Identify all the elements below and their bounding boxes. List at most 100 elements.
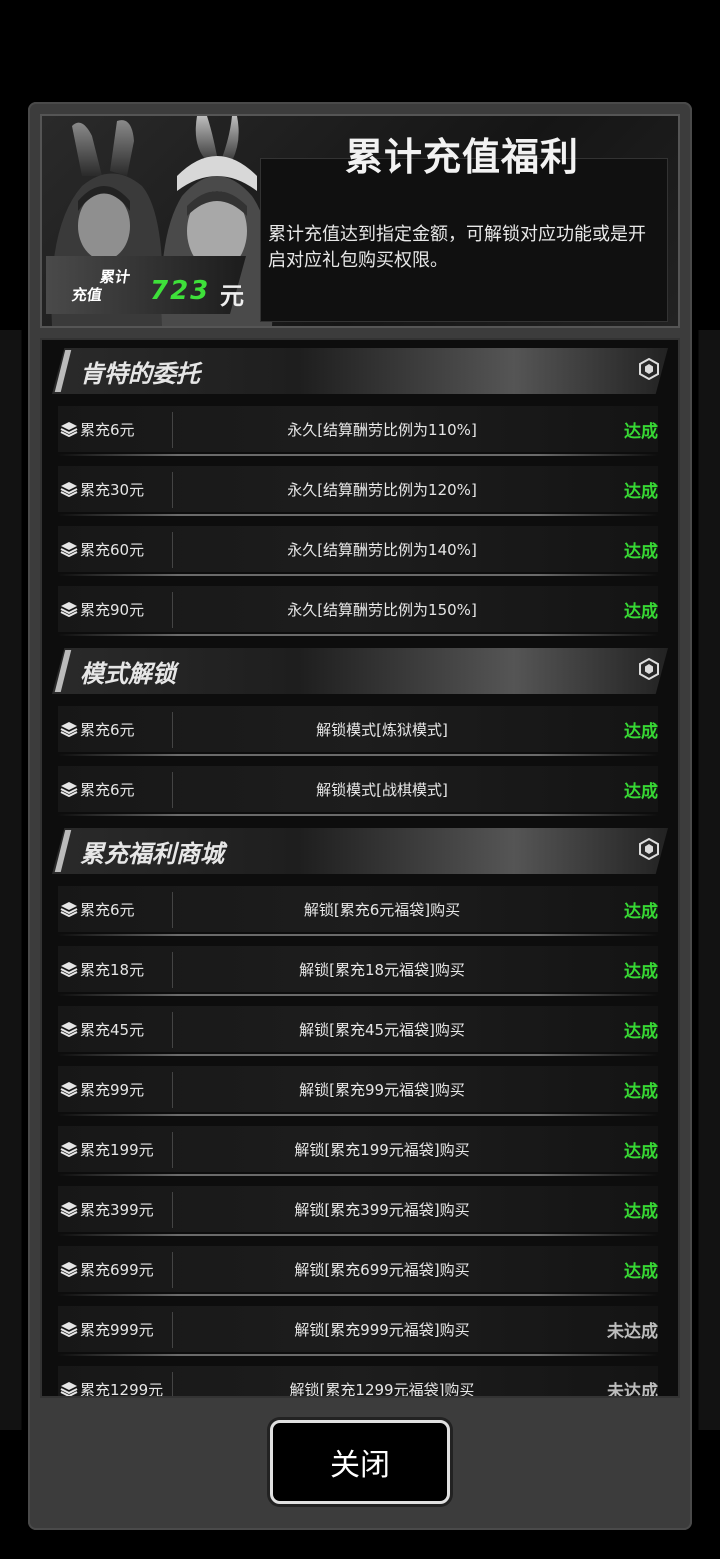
row-underline <box>58 934 658 936</box>
status-badge: 达成 <box>624 422 658 442</box>
row-divider <box>172 532 173 568</box>
stack-icon <box>60 1201 78 1218</box>
requirement-label: 累充18元 <box>80 961 145 979</box>
benefit-description: 解锁[累充199元福袋]购买 <box>294 1141 470 1159</box>
status-badge: 达成 <box>624 542 658 562</box>
row-divider <box>172 1132 173 1168</box>
benefit-description: 永久[结算酬劳比例为140%] <box>287 541 477 559</box>
benefit-row: 累充1299元 解锁[累充1299元福袋]购买 未达成 <box>42 1360 678 1398</box>
status-badge: 达成 <box>624 482 658 502</box>
row-divider <box>172 772 173 808</box>
stack-icon <box>60 481 78 498</box>
row-underline <box>58 814 658 816</box>
benefit-row: 累充99元 解锁[累充99元福袋]购买 达成 <box>42 1060 678 1120</box>
requirement-label: 累充399元 <box>80 1201 154 1219</box>
requirement-label: 累充6元 <box>80 781 135 799</box>
benefit-row: 累充6元 解锁[累充6元福袋]购买 达成 <box>42 880 678 940</box>
hexagon-icon[interactable] <box>638 837 660 861</box>
row-underline <box>58 1234 658 1236</box>
status-badge: 达成 <box>624 1082 658 1102</box>
benefit-row: 累充6元 永久[结算酬劳比例为110%] 达成 <box>42 400 678 460</box>
section-title: 累充福利商城 <box>80 840 224 868</box>
stack-icon <box>60 901 78 918</box>
recharge-benefits-panel: 累计 充值 723 元 累计充值福利 累计充值达到指定金额，可解锁对应功能或是开… <box>28 102 692 1530</box>
benefit-description: 永久[结算酬劳比例为120%] <box>287 481 477 499</box>
row-divider <box>172 592 173 628</box>
stack-icon <box>60 541 78 558</box>
requirement-label: 累充6元 <box>80 421 135 439</box>
requirement-label: 累充90元 <box>80 601 145 619</box>
benefit-row: 累充6元 解锁模式[炼狱模式] 达成 <box>42 700 678 760</box>
status-badge: 达成 <box>624 1262 658 1282</box>
benefit-row: 累充18元 解锁[累充18元福袋]购买 达成 <box>42 940 678 1000</box>
row-underline <box>58 634 658 636</box>
row-divider <box>172 1372 173 1396</box>
section-header: 肯特的委托 <box>42 340 678 400</box>
benefit-description: 解锁[累充699元福袋]购买 <box>294 1261 470 1279</box>
section-title: 模式解锁 <box>80 660 176 688</box>
status-badge: 未达成 <box>607 1322 658 1342</box>
row-underline <box>58 1114 658 1116</box>
benefit-row: 累充90元 永久[结算酬劳比例为150%] 达成 <box>42 580 678 640</box>
section-title: 肯特的委托 <box>80 360 200 388</box>
close-button[interactable]: 关闭 <box>270 1420 450 1504</box>
row-divider <box>172 1312 173 1348</box>
benefit-row: 累充45元 解锁[累充45元福袋]购买 达成 <box>42 1000 678 1060</box>
benefit-row: 累充60元 永久[结算酬劳比例为140%] 达成 <box>42 520 678 580</box>
benefits-list[interactable]: 肯特的委托 累充6元 永久[结算酬劳比例为110%] 达成 累充30元 永久[结算酬劳比例… <box>40 338 680 1398</box>
row-divider <box>172 952 173 988</box>
row-divider <box>172 1012 173 1048</box>
row-divider <box>172 1072 173 1108</box>
hexagon-icon[interactable] <box>638 657 660 681</box>
row-divider <box>172 472 173 508</box>
section-header: 模式解锁 <box>42 640 678 700</box>
benefit-description: 解锁模式[战棋模式] <box>316 781 448 799</box>
benefit-row: 累充699元 解锁[累充699元福袋]购买 达成 <box>42 1240 678 1300</box>
benefit-row: 累充999元 解锁[累充999元福袋]购买 未达成 <box>42 1300 678 1360</box>
row-divider <box>172 712 173 748</box>
status-badge: 达成 <box>624 782 658 802</box>
stack-icon <box>60 1021 78 1038</box>
stack-icon <box>60 781 78 798</box>
row-divider <box>172 1252 173 1288</box>
benefit-row: 累充30元 永久[结算酬劳比例为120%] 达成 <box>42 460 678 520</box>
row-underline <box>58 994 658 996</box>
requirement-label: 累充6元 <box>80 901 135 919</box>
hexagon-icon[interactable] <box>638 357 660 381</box>
status-badge: 达成 <box>624 602 658 622</box>
requirement-label: 累充45元 <box>80 1021 145 1039</box>
requirement-label: 累充6元 <box>80 721 135 739</box>
page-description: 累计充值达到指定金额，可解锁对应功能或是开启对应礼包购买权限。 <box>268 224 646 271</box>
stack-icon <box>60 421 78 438</box>
stack-icon <box>60 1081 78 1098</box>
stack-icon <box>60 1381 78 1396</box>
requirement-label: 累充1299元 <box>80 1381 164 1398</box>
benefit-description: 解锁[累充18元福袋]购买 <box>299 961 465 979</box>
stack-icon <box>60 1141 78 1158</box>
benefit-description: 解锁模式[炼狱模式] <box>316 721 448 739</box>
recharge-total-value: 723 <box>150 276 211 306</box>
stack-icon <box>60 961 78 978</box>
section-header: 累充福利商城 <box>42 820 678 880</box>
requirement-label: 累充30元 <box>80 481 145 499</box>
stack-icon <box>60 721 78 738</box>
benefit-description: 解锁[累充999元福袋]购买 <box>294 1321 470 1339</box>
status-badge: 达成 <box>624 1022 658 1042</box>
status-badge: 达成 <box>624 1202 658 1222</box>
status-badge: 达成 <box>624 1142 658 1162</box>
benefit-row: 累充199元 解锁[累充199元福袋]购买 达成 <box>42 1120 678 1180</box>
benefit-row: 累充399元 解锁[累充399元福袋]购买 达成 <box>42 1180 678 1240</box>
requirement-label: 累充60元 <box>80 541 145 559</box>
row-divider <box>172 412 173 448</box>
row-divider <box>172 892 173 928</box>
requirement-label: 累充999元 <box>80 1321 154 1339</box>
status-badge: 达成 <box>624 962 658 982</box>
row-underline <box>58 1294 658 1296</box>
stack-icon <box>60 1261 78 1278</box>
row-underline <box>58 514 658 516</box>
status-badge: 达成 <box>624 722 658 742</box>
row-underline <box>58 1174 658 1176</box>
benefit-description: 永久[结算酬劳比例为150%] <box>287 601 477 619</box>
stack-icon <box>60 1321 78 1338</box>
benefit-row: 累充6元 解锁模式[战棋模式] 达成 <box>42 760 678 820</box>
